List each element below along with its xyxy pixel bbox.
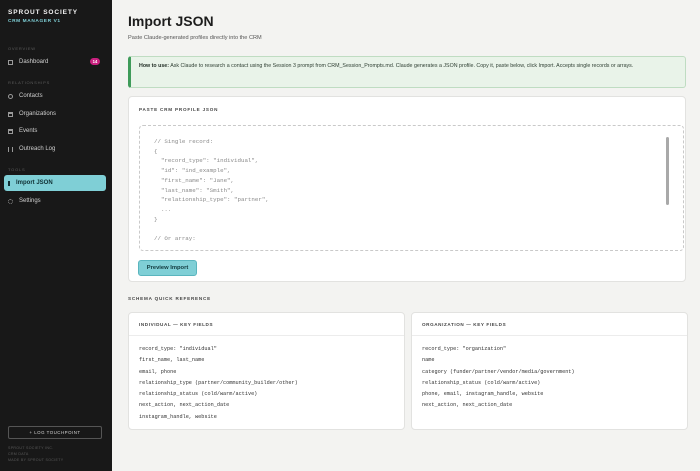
brand-subtitle: CRM MANAGER V1 xyxy=(8,19,61,24)
field-line: first_name, last_name xyxy=(139,357,205,364)
info-text: Ask Claude to research a contact using t… xyxy=(169,63,634,69)
sidebar-item-label: Import JSON xyxy=(16,180,53,186)
brand-title: SPROUT SOCIETY xyxy=(8,9,79,16)
sidebar-item-events[interactable]: Events xyxy=(4,123,106,139)
schema-heading: SCHEMA QUICK REFERENCE xyxy=(128,296,212,301)
main-content: Import JSON Paste Claude-generated profi… xyxy=(112,0,700,471)
import-icon xyxy=(8,180,10,186)
field-line: instagram_handle, website xyxy=(139,413,217,420)
field-line: name xyxy=(422,357,435,364)
section-overview: OVERVIEW xyxy=(8,46,36,51)
log-icon xyxy=(8,146,13,152)
grid-icon xyxy=(8,59,13,65)
page-subtitle: Paste Claude-generated profiles directly… xyxy=(128,35,262,41)
sidebar-item-dashboard[interactable]: Dashboard 14 xyxy=(4,54,106,70)
paste-json-label: PASTE CRM PROFILE JSON xyxy=(139,107,219,112)
field-line: phone, email, instagram_handle, website xyxy=(422,391,544,398)
log-touchpoint-button[interactable]: + LOG TOUCHPOINT xyxy=(8,426,102,439)
building-icon xyxy=(8,111,13,117)
preview-import-button[interactable]: Preview Import xyxy=(138,260,197,276)
field-line: relationship_status (cold/warm/active) xyxy=(139,391,258,398)
footer-line: SPROUT SOCIETY INC. xyxy=(8,446,54,450)
brand: SPROUT SOCIETY CRM MANAGER V1 xyxy=(8,9,78,24)
sidebar-item-label: Outreach Log xyxy=(19,146,56,152)
individual-schema-card: INDIVIDUAL — KEY FIELDS record_type: "in… xyxy=(128,312,405,430)
divider xyxy=(129,335,404,336)
sidebar-item-label: Events xyxy=(19,128,38,134)
sidebar-item-label: Contacts xyxy=(19,93,43,99)
organization-field-list: record_type: "organization" name categor… xyxy=(422,344,575,412)
organization-schema-card: ORGANIZATION — KEY FIELDS record_type: "… xyxy=(411,312,688,430)
field-line: email, phone xyxy=(139,368,177,375)
sidebar-item-label: Settings xyxy=(19,198,41,204)
usage-info-banner: How to use: Ask Claude to research a con… xyxy=(128,56,686,88)
paste-json-card: PASTE CRM PROFILE JSON // Single record:… xyxy=(128,96,686,282)
calendar-icon xyxy=(8,128,13,134)
sidebar-item-organizations[interactable]: Organizations xyxy=(4,106,106,122)
footer-line: MADE BY SPROUT SOCIETY xyxy=(8,458,64,462)
field-line: relationship_status (cold/warm/active) xyxy=(422,379,541,386)
section-relationships: RELATIONSHIPS xyxy=(8,80,51,85)
field-line: record_type: "individual" xyxy=(139,346,217,352)
json-input-scrollbar[interactable] xyxy=(666,137,670,237)
gear-icon xyxy=(8,198,13,204)
section-tools: TOOLS xyxy=(8,167,26,172)
field-line: next_action, next_action_date xyxy=(422,402,513,409)
organization-schema-title: ORGANIZATION — KEY FIELDS xyxy=(422,322,507,327)
sidebar-item-label: Organizations xyxy=(19,111,57,117)
individual-field-list: record_type: "individual" first_name, la… xyxy=(139,344,298,423)
scrollbar-thumb[interactable] xyxy=(666,137,669,205)
field-line: next_action, next_action_date xyxy=(139,402,230,409)
sidebar-item-import-json[interactable]: Import JSON xyxy=(4,175,106,191)
divider xyxy=(412,335,687,336)
page-title: Import JSON xyxy=(128,13,214,29)
dashboard-badge: 14 xyxy=(90,58,100,65)
person-icon xyxy=(8,93,13,99)
field-line: category (funder/partner/vendor/media/go… xyxy=(422,368,575,375)
footer-line: CRM DATA xyxy=(8,452,29,456)
sidebar-item-label: Dashboard xyxy=(19,59,49,65)
sidebar-item-outreach-log[interactable]: Outreach Log xyxy=(4,141,106,157)
field-line: relationship_type (partner/community_bui… xyxy=(139,379,298,386)
json-input[interactable]: // Single record: { "record_type": "indi… xyxy=(139,125,684,251)
sidebar-item-settings[interactable]: Settings xyxy=(4,193,106,209)
field-line: record_type: "organization" xyxy=(422,346,507,352)
info-label: How to use: xyxy=(139,63,170,69)
individual-schema-title: INDIVIDUAL — KEY FIELDS xyxy=(139,322,214,327)
sidebar-item-contacts[interactable]: Contacts xyxy=(4,88,106,104)
sidebar: SPROUT SOCIETY CRM MANAGER V1 OVERVIEW D… xyxy=(0,0,112,471)
